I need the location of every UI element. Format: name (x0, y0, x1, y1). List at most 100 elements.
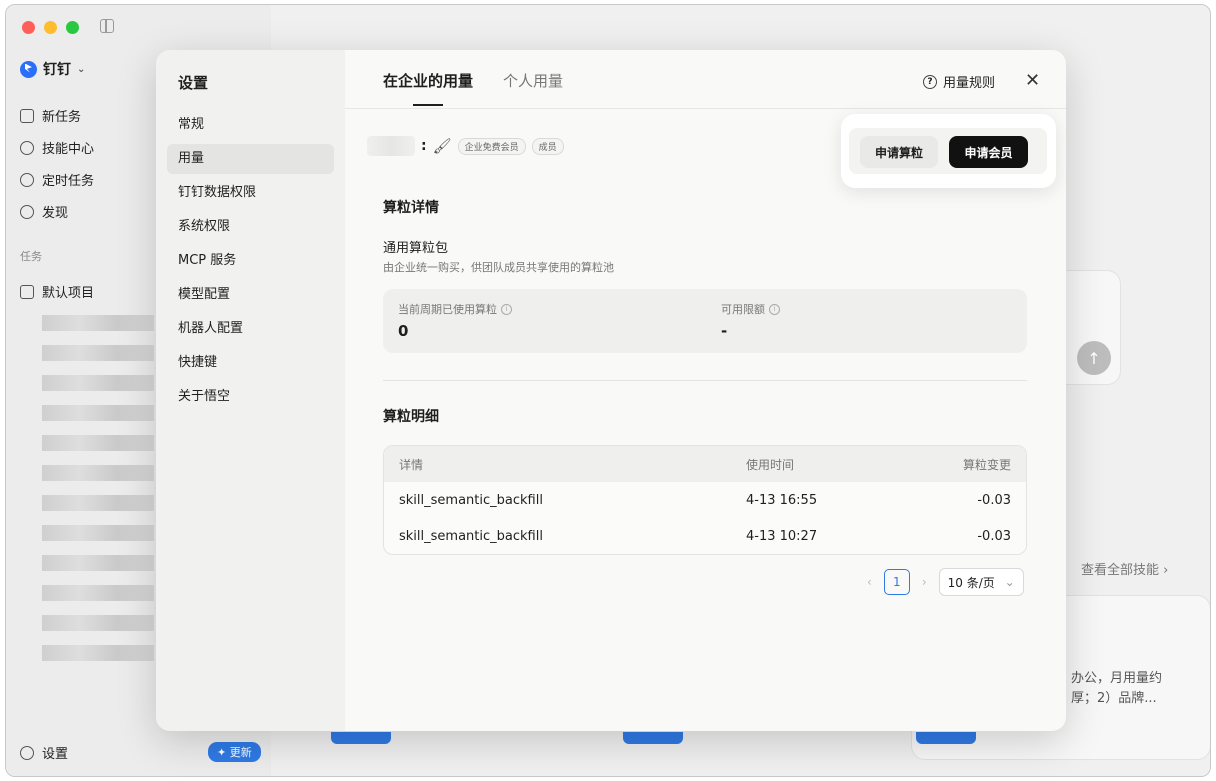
list-item[interactable] (42, 375, 154, 391)
bg-card-button[interactable] (331, 732, 391, 744)
settings-menu-usage[interactable]: 用量 (167, 144, 334, 174)
quota-summary: 当前周期已使用算粒 i 0 可用限额 i - (383, 289, 1027, 353)
settings-menu-shortcuts[interactable]: 快捷键 (167, 348, 334, 378)
zoom-window-button[interactable] (66, 21, 79, 34)
section-divider (383, 380, 1027, 381)
page-size-select[interactable]: 10 条/页 ⌄ (938, 568, 1024, 596)
chevron-left-icon[interactable]: ‹ (867, 575, 872, 589)
settings-menu-mcp[interactable]: MCP 服务 (167, 246, 334, 276)
column-header: 算粒变更 (962, 457, 1011, 472)
user-separator: : (421, 138, 427, 154)
chevron-right-icon[interactable]: › (922, 575, 927, 589)
update-label: 更新 (229, 746, 252, 759)
list-item[interactable] (42, 345, 154, 361)
settings-content: 在企业的用量 个人用量 ? 用量规则 ✕ : 🖌 企业免费会员 成员 申请算粒 … (345, 50, 1066, 731)
minimize-window-button[interactable] (44, 21, 57, 34)
table-cell: -0.03 (977, 492, 1011, 508)
table-row: skill_semantic_backfill 4-13 16:55 -0.03 (384, 482, 1026, 518)
column-header: 使用时间 (746, 457, 795, 472)
page-number-current[interactable]: 1 (883, 569, 910, 595)
settings-menu-robot[interactable]: 机器人配置 (167, 314, 334, 344)
list-item[interactable] (42, 645, 154, 661)
info-icon[interactable]: i (769, 303, 780, 315)
send-arrow-icon[interactable]: ↑ (1077, 341, 1111, 375)
package-description: 由企业统一购买，供团队成员共享使用的算粒池 (383, 261, 614, 274)
nav-label: 默认项目 (42, 286, 95, 301)
apply-compute-button[interactable]: 申请算粒 (860, 136, 938, 168)
discover-icon (20, 204, 34, 219)
update-button[interactable]: ✦ 更新 (208, 742, 261, 762)
compute-details-heading: 算粒详情 (383, 200, 439, 216)
settings-title: 设置 (178, 74, 209, 92)
skills-icon (20, 140, 34, 155)
settings-menu: 常规 用量 钉钉数据权限 系统权限 MCP 服务 模型配置 机器人配置 快捷键 … (167, 110, 334, 416)
settings-menu-about[interactable]: 关于悟空 (167, 382, 334, 412)
bg-card-text-2: 厚；2）品牌... (1071, 691, 1157, 706)
close-icon[interactable]: ✕ (1025, 70, 1040, 91)
package-title: 通用算粒包 (383, 241, 449, 256)
list-item[interactable] (42, 315, 154, 331)
table-cell: skill_semantic_backfill (399, 492, 543, 508)
settings-dialog: 设置 常规 用量 钉钉数据权限 系统权限 MCP 服务 模型配置 机器人配置 快… (156, 50, 1066, 731)
sidebar-toggle-icon[interactable] (100, 19, 114, 33)
list-item[interactable] (42, 465, 154, 481)
tab-enterprise-usage[interactable]: 在企业的用量 (383, 70, 473, 106)
list-item[interactable] (42, 555, 154, 571)
tabs-divider (345, 108, 1066, 109)
clock-icon (20, 172, 34, 187)
list-item[interactable] (42, 435, 154, 451)
settings-menu-system-permissions[interactable]: 系统权限 (167, 212, 334, 242)
close-window-button[interactable] (22, 21, 35, 34)
user-info-row: : 🖌 企业免费会员 成员 (367, 136, 564, 156)
chevron-down-icon: ⌄ (77, 63, 86, 75)
chevron-down-icon: ⌄ (1004, 575, 1015, 589)
view-all-skills-link[interactable]: 查看全部技能 › (1081, 559, 1168, 578)
ledger-table: 详情 使用时间 算粒变更 skill_semantic_backfill 4-1… (383, 445, 1027, 555)
list-item[interactable] (42, 615, 154, 631)
window-controls (22, 21, 79, 34)
settings-menu-general[interactable]: 常规 (167, 110, 334, 140)
table-cell: skill_semantic_backfill (399, 528, 543, 544)
page-size-value: 10 条/页 (947, 575, 995, 590)
nav-discover[interactable]: 发现 (20, 202, 68, 221)
brush-icon: 🖌 (432, 137, 452, 155)
nav-new-task[interactable]: 新任务 (20, 106, 81, 125)
list-item[interactable] (42, 585, 154, 601)
tab-personal-usage[interactable]: 个人用量 (503, 70, 563, 105)
apply-member-button[interactable]: 申请会员 (949, 136, 1028, 168)
nav-skill-center[interactable]: 技能中心 (20, 138, 94, 157)
settings-menu-data-permissions[interactable]: 钉钉数据权限 (167, 178, 334, 208)
membership-badge: 企业免费会员 (457, 137, 526, 155)
used-label: 当前周期已使用算粒 i (398, 301, 512, 317)
role-badge: 成员 (531, 137, 564, 155)
usage-rules-link[interactable]: ? 用量规则 (923, 72, 995, 91)
avatar (367, 136, 415, 156)
help-icon: ? (923, 74, 937, 89)
list-item[interactable] (42, 495, 154, 511)
workspace-switcher[interactable]: 钉钉 ⌄ (20, 59, 85, 79)
used-label-text: 当前周期已使用算粒 (398, 303, 497, 316)
tasks-section-label: 任务 (20, 250, 42, 263)
info-icon[interactable]: i (501, 303, 512, 315)
table-header: 详情 使用时间 算粒变更 (384, 446, 1026, 482)
bg-card-button[interactable] (623, 732, 683, 744)
table-cell: 4-13 16:55 (746, 492, 818, 508)
bg-card-button[interactable] (916, 732, 976, 744)
list-item[interactable] (42, 405, 154, 421)
ledger-heading: 算粒明细 (383, 409, 439, 425)
settings-label: 设置 (42, 747, 69, 762)
workspace-name: 钉钉 (43, 62, 71, 78)
dingtalk-logo-icon (20, 60, 37, 78)
limit-label-text: 可用限额 (721, 303, 765, 316)
task-list-redacted (42, 315, 154, 675)
app-settings-button[interactable]: 设置 (20, 743, 68, 762)
gear-icon (20, 745, 34, 760)
limit-label: 可用限额 i (721, 301, 780, 317)
nav-scheduled-tasks[interactable]: 定时任务 (20, 170, 94, 189)
settings-menu-model[interactable]: 模型配置 (167, 280, 334, 310)
nav-default-project[interactable]: 默认项目 (20, 282, 94, 301)
usage-rules-label: 用量规则 (943, 76, 996, 91)
list-item[interactable] (42, 525, 154, 541)
table-cell: 4-13 10:27 (746, 528, 818, 544)
nav-label: 新任务 (42, 110, 82, 125)
